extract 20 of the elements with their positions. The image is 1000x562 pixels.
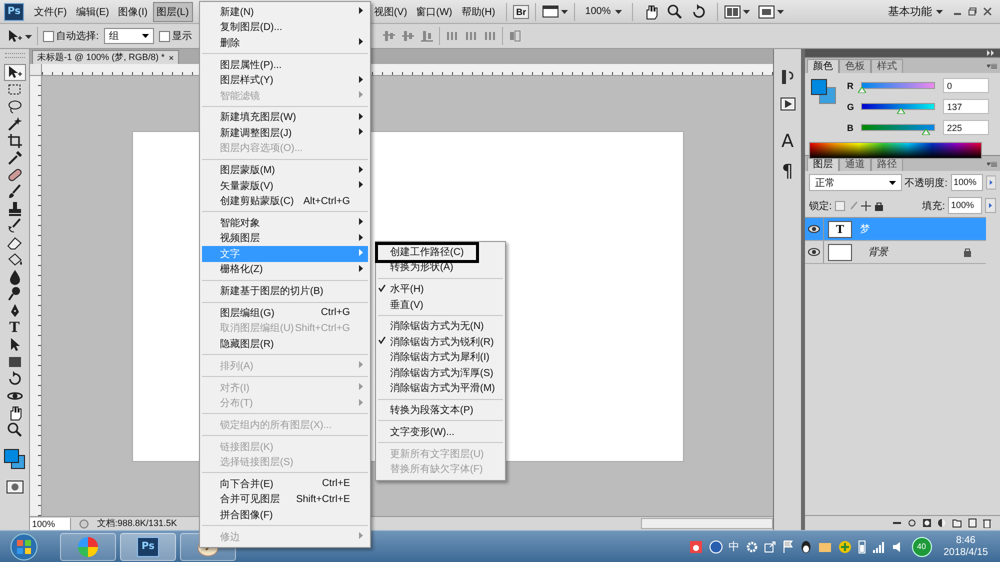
notification-badge: 40	[912, 536, 932, 556]
clock-date: 2018/4/15	[944, 546, 988, 558]
shortcut-label: Ctrl+E	[322, 478, 351, 490]
layer-thumbnail: T	[828, 220, 852, 238]
clock-time: 8:46	[956, 534, 976, 546]
fill-label: 填充:	[922, 200, 945, 212]
layer-name: 梦	[860, 222, 870, 236]
shortcut-label: Ctrl+G	[320, 307, 351, 318]
opacity-label: 不透明度:	[904, 176, 948, 190]
app-logo: Ps	[4, 2, 24, 20]
shortcut-label: Shift+Ctrl+G	[294, 322, 351, 334]
channel-label: B	[847, 122, 854, 132]
shortcut-label: Shift+Ctrl+E	[296, 494, 351, 505]
channel-label: R	[847, 80, 854, 90]
channel-label: G	[847, 102, 856, 112]
layer-name: 背景	[868, 246, 888, 259]
photoshop-icon: Ps	[137, 536, 159, 556]
lock-label: 锁定:	[809, 200, 832, 212]
document-size: 文档:988.8K/131.5K	[97, 517, 178, 530]
shortcut-label: Alt+Ctrl+G	[303, 196, 351, 207]
